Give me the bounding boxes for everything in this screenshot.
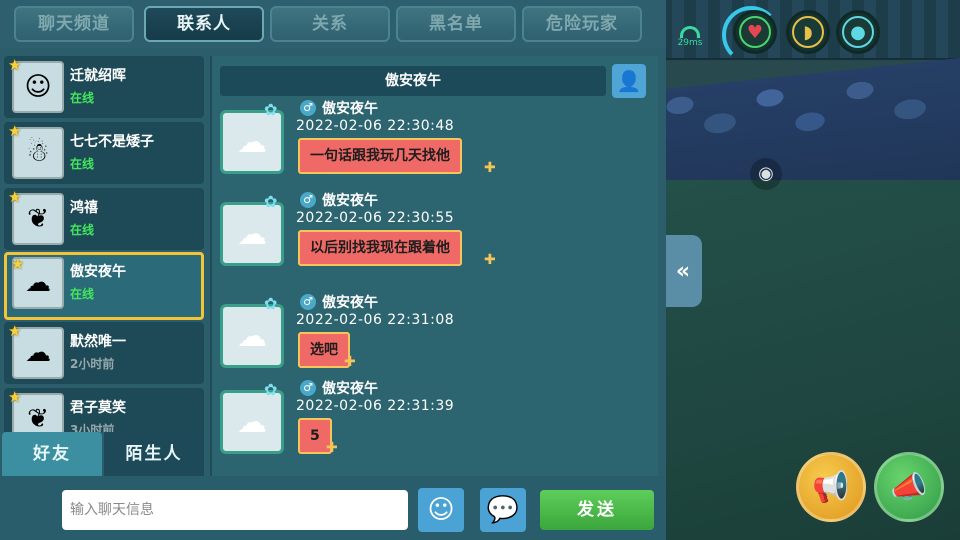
cat-icon: ✚	[484, 160, 496, 176]
pet-icon: ✿	[264, 100, 278, 119]
pet-icon: ✿	[264, 192, 278, 211]
contact-name: 君子莫笑	[70, 400, 126, 416]
sender-name: 傲安夜午	[322, 381, 378, 397]
contact-item[interactable]: ❦ ★ 君子莫笑 3小时前	[4, 388, 204, 432]
star-icon: ★	[8, 188, 22, 206]
contact-name: 七七不是矮子	[70, 134, 154, 150]
pet-icon: ✿	[264, 294, 278, 313]
star-icon: ★	[8, 56, 22, 74]
loudspeaker-button[interactable]: 📣	[874, 452, 944, 522]
chat-header-title: 傲安夜午	[220, 66, 606, 96]
contact-status: 在线	[70, 223, 95, 237]
chat-input[interactable]	[62, 490, 408, 530]
star-icon: ★	[11, 255, 25, 273]
message-bubble[interactable]: 选吧	[298, 332, 350, 368]
view-profile-button[interactable]: 👤	[612, 64, 646, 98]
chat-message: ☁ ✿ ♂ 傲安夜午 2022-02-06 22:31:39 5 ✚	[220, 380, 640, 478]
tab-chat-channel[interactable]: 聊天频道	[14, 6, 134, 42]
chat-history[interactable]: 傲安夜午 👤 ☁ ✿ ♂ 傲安夜午 2022-02-06 22:30:48 一句…	[210, 56, 658, 476]
contact-name: 迁就绍晖	[70, 68, 126, 84]
contact-list[interactable]: ☺ ★ 迁就绍晖 在线 ☃ ★ 七七不是矮子 在线 ❦ ★ 鸿禧 在线 ☁ ★ …	[0, 52, 206, 432]
tab-bar: 聊天频道 联系人 关系 黑名单 危险玩家	[0, 0, 666, 48]
tab-dangerous-players[interactable]: 危险玩家	[522, 6, 642, 42]
wifi-icon	[680, 26, 700, 38]
pet-icon: ✿	[264, 380, 278, 399]
male-icon: ♂	[300, 192, 316, 208]
message-bubble[interactable]: 以后别找我现在跟着他	[298, 230, 462, 266]
hunger-meter[interactable]: ◗	[786, 10, 830, 54]
double-chevron-left-icon: «	[675, 258, 691, 284]
contact-status: 在线	[70, 287, 95, 301]
speech-bubble-icon: 💬	[486, 495, 520, 525]
network-signal: 29ms	[674, 26, 706, 48]
contact-name: 傲安夜午	[70, 264, 126, 280]
chat-message: ☁ ✿ ♂ 傲安夜午 2022-02-06 22:30:55 以后别找我现在跟着…	[220, 192, 640, 290]
cat-icon: ✚	[326, 440, 338, 456]
message-time: 2022-02-06 22:30:48	[296, 118, 455, 134]
message-time: 2022-02-06 22:31:08	[296, 312, 455, 328]
quick-phrase-button[interactable]: 💬	[480, 488, 526, 532]
input-bar: ☺ 💬 发送	[0, 476, 666, 540]
water-drop-icon: ●	[842, 16, 874, 48]
health-meter[interactable]: ♥	[733, 10, 777, 54]
contact-item[interactable]: ☺ ★ 迁就绍晖 在线	[4, 56, 204, 118]
sender-name: 傲安夜午	[322, 193, 378, 209]
smile-icon: ☺	[427, 495, 455, 525]
sender-name: 傲安夜午	[322, 101, 378, 117]
star-icon: ★	[8, 322, 22, 340]
chat-message: ☁ ✿ ♂ 傲安夜午 2022-02-06 22:31:08 选吧 ✚	[220, 294, 640, 392]
world-broadcast-button[interactable]: 📢	[796, 452, 866, 522]
user-icon: 👤	[616, 69, 642, 93]
star-icon: ★	[8, 388, 22, 406]
contact-name: 默然唯一	[70, 334, 126, 350]
cat-icon: ✚	[344, 354, 356, 370]
message-time: 2022-02-06 22:31:39	[296, 398, 455, 414]
contact-status: 2小时前	[70, 357, 115, 371]
male-icon: ♂	[300, 380, 316, 396]
emoji-button[interactable]: ☺	[418, 488, 464, 532]
male-icon: ♂	[300, 100, 316, 116]
contact-item-selected[interactable]: ☁ ★ 傲安夜午 在线	[4, 252, 204, 320]
tab-relations[interactable]: 关系	[270, 6, 390, 42]
eye-icon[interactable]: ◉	[750, 158, 782, 190]
contact-status: 在线	[70, 91, 95, 105]
message-bubble[interactable]: 一句话跟我玩几天找他	[298, 138, 462, 174]
tab-contacts[interactable]: 联系人	[144, 6, 264, 42]
heart-icon: ♥	[739, 16, 771, 48]
contact-status: 在线	[70, 157, 95, 171]
thirst-meter[interactable]: ●	[836, 10, 880, 54]
contact-item[interactable]: ☃ ★ 七七不是矮子 在线	[4, 122, 204, 184]
chat-panel: 聊天频道 联系人 关系 黑名单 危险玩家 ☺ ★ 迁就绍晖 在线 ☃ ★ 七七不…	[0, 0, 666, 540]
send-button[interactable]: 发送	[540, 490, 654, 530]
contact-status: 3小时前	[70, 423, 115, 432]
star-icon: ★	[8, 122, 22, 140]
tab-blacklist[interactable]: 黑名单	[396, 6, 516, 42]
message-time: 2022-02-06 22:30:55	[296, 210, 455, 226]
contact-item[interactable]: ☁ ★ 默然唯一 2小时前	[4, 322, 204, 384]
friend-type-tabs: 好友 陌生人	[0, 432, 206, 476]
tab-friends[interactable]: 好友	[2, 432, 102, 476]
ping-label: 29ms	[677, 38, 703, 48]
megaphone-icon: 📣	[890, 469, 928, 505]
collapse-panel-button[interactable]: «	[664, 235, 702, 307]
male-icon: ♂	[300, 294, 316, 310]
contact-name: 鸿禧	[70, 200, 98, 216]
megaphone-icon: 📢	[812, 469, 850, 505]
contact-item[interactable]: ❦ ★ 鸿禧 在线	[4, 188, 204, 250]
chat-message: ☁ ✿ ♂ 傲安夜午 2022-02-06 22:30:48 一句话跟我玩几天找…	[220, 100, 640, 198]
tab-strangers[interactable]: 陌生人	[104, 432, 204, 476]
sender-name: 傲安夜午	[322, 295, 378, 311]
food-icon: ◗	[792, 16, 824, 48]
cat-icon: ✚	[484, 252, 496, 268]
